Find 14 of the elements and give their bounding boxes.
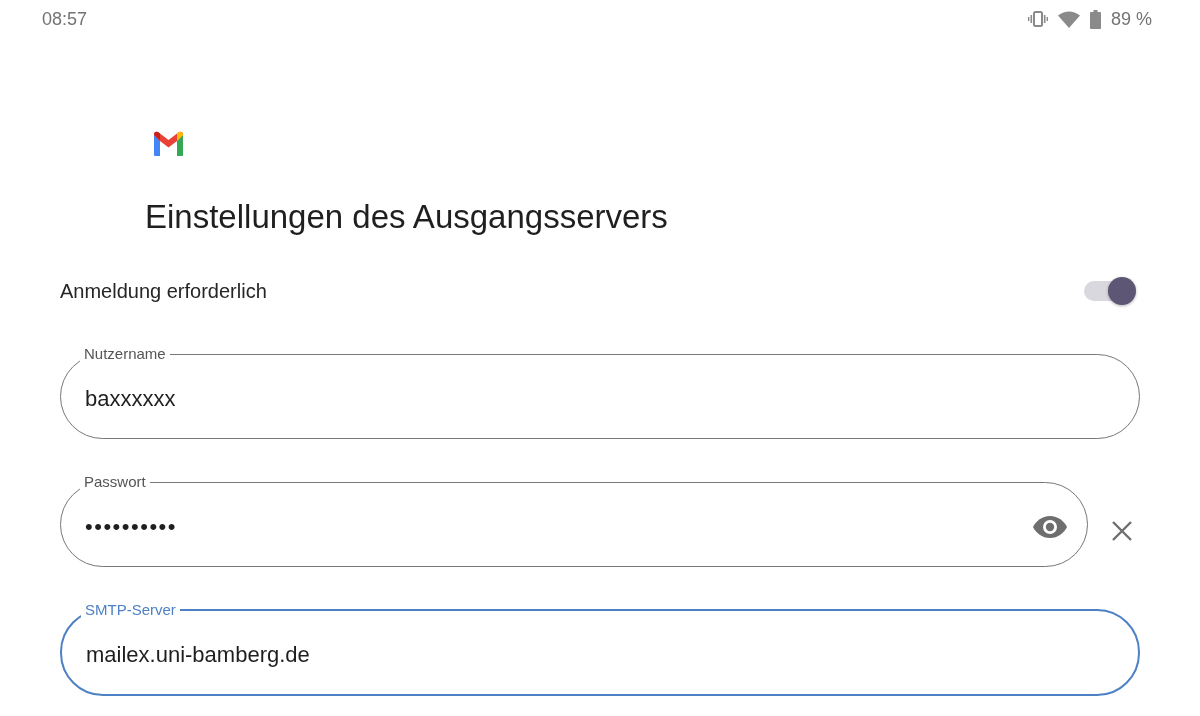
field-label: Passwort [83,473,147,491]
eye-icon[interactable] [1033,516,1067,538]
battery-percent: 89 % [1110,9,1152,29]
mail-logo-icon [152,131,185,157]
battery-icon [1089,9,1101,29]
close-icon [1112,521,1132,541]
wifi-icon [1057,10,1080,28]
vibrate-icon [1027,11,1048,27]
page-title: Einstellungen des Ausgangsservers [145,197,668,237]
field-label: Nutzername [83,345,167,363]
setting-label: Anmeldung erforderlich [60,279,267,303]
toggle-switch[interactable] [1082,276,1136,306]
status-time: 08:57 [42,9,88,29]
field-label: SMTP-Server [84,601,177,619]
